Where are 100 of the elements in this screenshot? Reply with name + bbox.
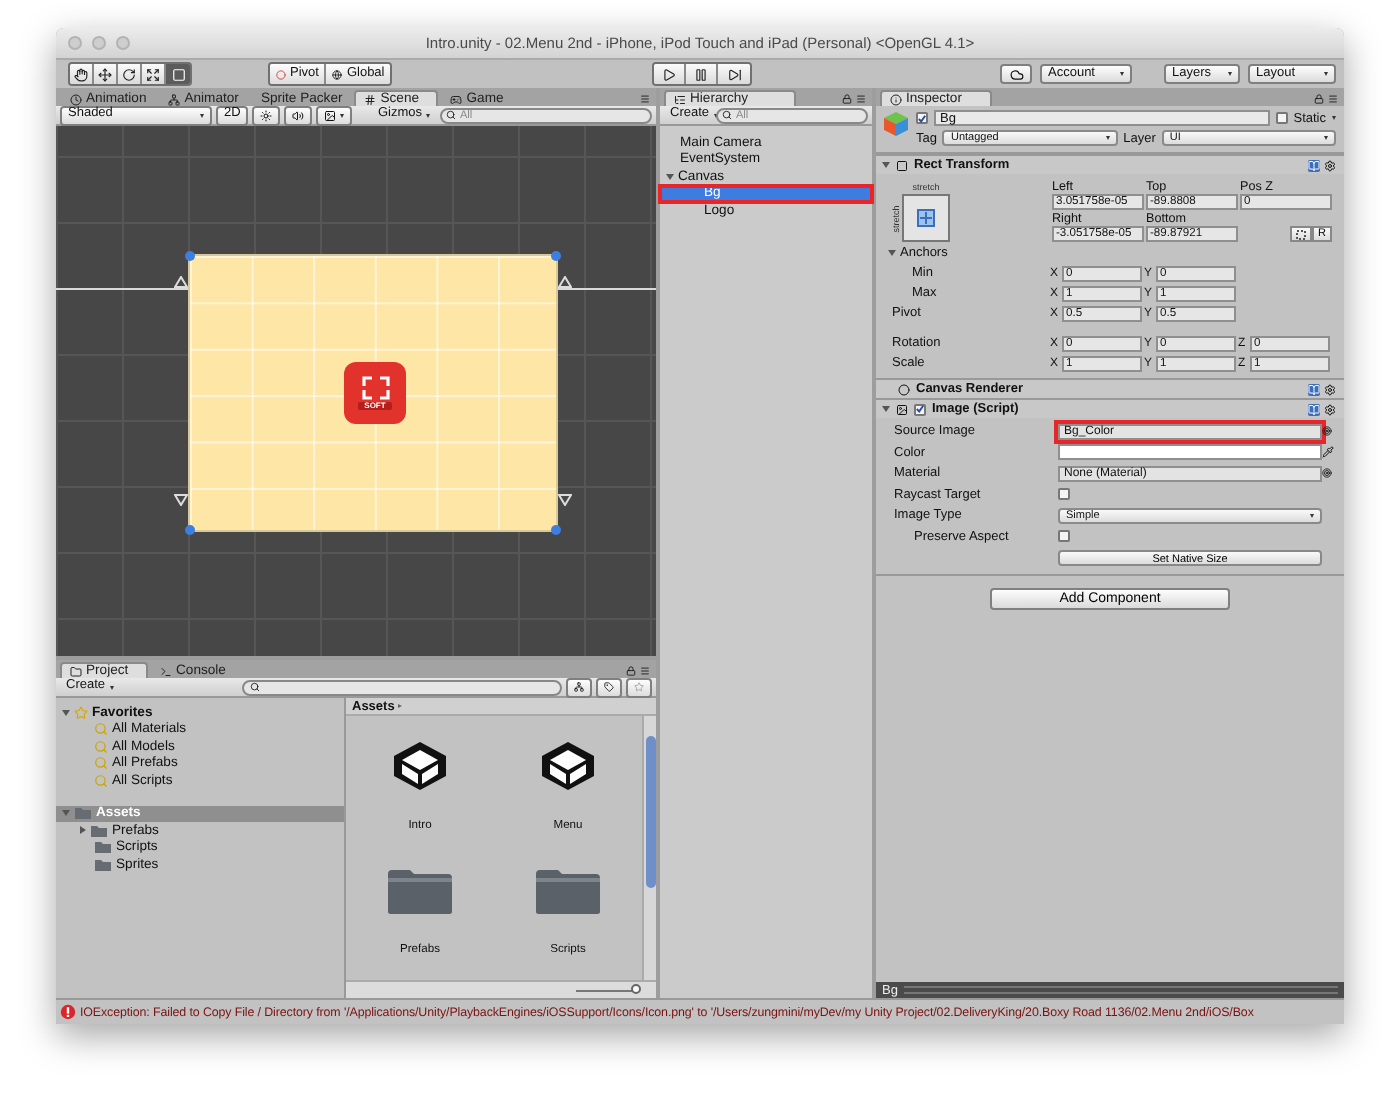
folder-icon xyxy=(386,868,454,916)
tool-button[interactable] xyxy=(94,64,118,84)
folder-icon xyxy=(70,665,82,677)
step-button[interactable] xyxy=(718,64,750,84)
folder-icon xyxy=(534,868,602,916)
corner-handle-icon[interactable] xyxy=(551,251,561,261)
checkbox[interactable] xyxy=(1058,488,1070,501)
image-icon xyxy=(324,109,337,121)
corner-handle-icon[interactable] xyxy=(185,525,195,535)
square-icon xyxy=(171,67,185,81)
help-book-icon[interactable] xyxy=(1308,403,1320,415)
corner-handle-icon[interactable] xyxy=(185,251,195,261)
scrollbar[interactable] xyxy=(642,716,656,980)
settings-icon[interactable] xyxy=(1324,383,1336,395)
disclosure-triangle-icon[interactable] xyxy=(62,709,70,716)
menu-icon[interactable] xyxy=(640,93,650,103)
target-icon[interactable] xyxy=(1322,468,1332,479)
star-icon xyxy=(634,682,644,692)
filter-type-button[interactable] xyxy=(566,677,592,697)
hand-icon xyxy=(74,67,88,81)
caret-icon xyxy=(426,113,430,117)
anchor-triangle-icon xyxy=(558,494,572,506)
tag-icon xyxy=(604,682,614,692)
audio-button[interactable] xyxy=(284,105,313,125)
color-field[interactable] xyxy=(1058,444,1322,461)
caret-icon xyxy=(1332,116,1336,120)
menu-icon[interactable] xyxy=(856,93,866,103)
anchor-triangle-icon xyxy=(174,494,188,506)
move-arrows-icon xyxy=(98,67,112,81)
menu-icon[interactable] xyxy=(640,665,650,675)
step-icon xyxy=(727,67,741,81)
cube-logo-icon xyxy=(390,740,450,792)
eyedropper-icon[interactable] xyxy=(1322,446,1334,459)
caret-icon xyxy=(1105,136,1110,140)
help-book-icon[interactable] xyxy=(1308,159,1320,171)
settings-icon[interactable] xyxy=(1324,159,1336,171)
disclosure-triangle-icon[interactable] xyxy=(882,162,890,168)
pause-button[interactable] xyxy=(686,64,718,84)
expand-arrows-icon xyxy=(146,67,160,81)
checkbox[interactable] xyxy=(1275,112,1288,124)
lock-icon[interactable] xyxy=(626,665,636,675)
shapes-icon xyxy=(574,682,584,692)
tool-button[interactable] xyxy=(70,64,94,84)
square-icon xyxy=(896,159,908,171)
favorite-button[interactable] xyxy=(626,677,652,697)
lighting-button[interactable] xyxy=(252,105,281,125)
error-icon xyxy=(60,1004,76,1020)
grid-icon xyxy=(364,93,377,105)
gamepad-icon xyxy=(450,93,463,105)
cube-icon xyxy=(882,110,910,138)
disclosure-triangle-icon[interactable] xyxy=(888,250,896,256)
rotate-icon xyxy=(122,67,136,81)
caret-icon xyxy=(1310,513,1314,518)
menu-icon[interactable] xyxy=(1328,93,1338,103)
anchor-preset-button[interactable] xyxy=(902,194,950,242)
caret-icon xyxy=(340,113,345,117)
search-icon xyxy=(250,682,260,692)
bracket-frame-icon xyxy=(361,375,389,400)
search-field[interactable] xyxy=(242,679,562,695)
network-icon xyxy=(168,93,181,105)
info-icon xyxy=(890,93,902,105)
speaker-icon xyxy=(292,109,305,121)
cloud-button[interactable] xyxy=(1000,64,1032,84)
checkbox[interactable] xyxy=(1058,530,1070,543)
caret-icon xyxy=(109,685,114,689)
pause-icon xyxy=(694,67,708,81)
help-book-icon[interactable] xyxy=(1308,383,1320,395)
checkbox[interactable] xyxy=(914,403,926,415)
cube-logo-icon xyxy=(538,740,598,792)
terminal-icon xyxy=(160,665,172,677)
slider-thumb[interactable] xyxy=(631,984,642,994)
tool-button[interactable] xyxy=(142,64,166,84)
play-button[interactable] xyxy=(654,64,686,84)
corner-handle-icon[interactable] xyxy=(551,525,561,535)
caret-icon xyxy=(1120,72,1124,76)
settings-icon[interactable] xyxy=(1324,403,1336,415)
circle-icon xyxy=(276,69,286,79)
caret-icon xyxy=(200,113,204,117)
search-icon xyxy=(722,110,732,120)
caret-icon xyxy=(1228,72,1232,76)
clock-icon xyxy=(70,93,82,105)
lock-icon[interactable] xyxy=(842,93,852,103)
image-icon xyxy=(896,403,908,415)
target-icon[interactable] xyxy=(1322,426,1332,437)
caret-icon xyxy=(1324,136,1328,140)
effects-button[interactable] xyxy=(316,105,353,125)
list-icon xyxy=(674,93,686,105)
blueprint-button[interactable] xyxy=(1290,226,1312,242)
caret-icon xyxy=(1324,72,1328,76)
play-icon xyxy=(662,67,676,81)
star-icon xyxy=(74,705,88,720)
disclosure-triangle-icon[interactable] xyxy=(882,406,890,412)
lock-icon[interactable] xyxy=(1314,93,1324,103)
cross-square-icon xyxy=(916,208,936,228)
filter-label-button[interactable] xyxy=(596,677,622,697)
checkbox[interactable] xyxy=(916,112,928,124)
sun-icon xyxy=(260,109,273,121)
search-icon xyxy=(446,110,456,120)
disclosure-triangle-icon[interactable] xyxy=(666,173,674,180)
tool-button[interactable] xyxy=(118,64,142,84)
